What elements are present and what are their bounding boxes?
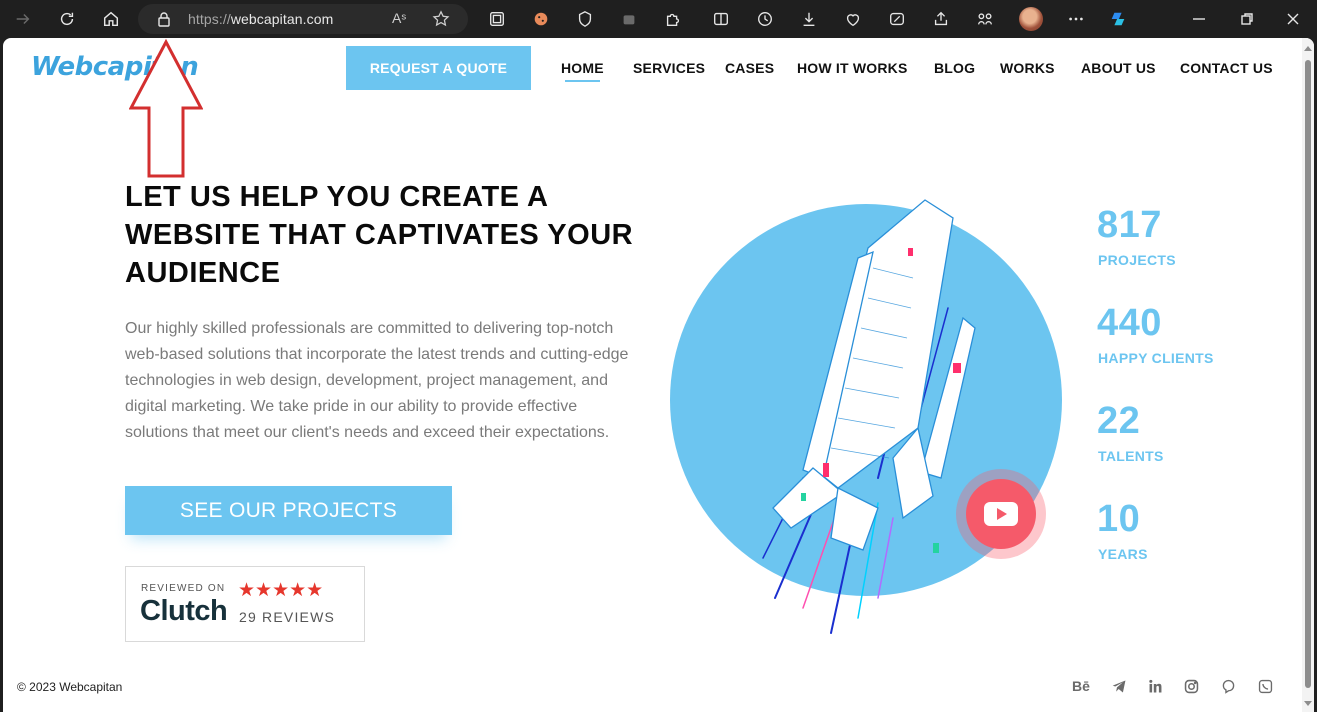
history-icon[interactable] <box>752 6 778 32</box>
clutch-review-badge[interactable]: REVIEWED ON Clutch ★★★★★ 29 REVIEWS <box>125 566 365 642</box>
annotation-arrow <box>129 38 203 178</box>
url-text[interactable]: https://webcapitan.com <box>188 11 333 27</box>
nav-works[interactable]: WORKS <box>1000 60 1055 80</box>
play-button-inner <box>966 479 1036 549</box>
nav-about-us[interactable]: ABOUT US <box>1081 60 1156 80</box>
scroll-down-arrow[interactable] <box>1304 701 1312 706</box>
restore-icon[interactable] <box>1238 10 1256 28</box>
lock-icon[interactable] <box>156 11 172 27</box>
browser-toolbar: https://webcapitan.com Aˢ <box>0 0 1317 38</box>
url-scheme: https:// <box>188 11 231 27</box>
nav-blog[interactable]: BLOG <box>934 60 975 80</box>
stat-clients-number: 440 <box>1097 302 1162 344</box>
nav-how-it-works[interactable]: HOW IT WORKS <box>797 60 908 80</box>
stat-talents-number: 22 <box>1097 400 1141 442</box>
shield-extension-icon[interactable] <box>572 6 598 32</box>
home-icon[interactable] <box>98 6 124 32</box>
more-options-icon[interactable] <box>1063 6 1089 32</box>
stat-years-label: YEARS <box>1098 546 1148 562</box>
linkedin-icon[interactable] <box>1145 676 1165 696</box>
forward-icon[interactable] <box>10 6 36 32</box>
hero-headline: LET US HELP YOU CREATE A WEBSITE THAT CA… <box>125 181 634 289</box>
favorite-star-icon[interactable] <box>432 10 450 28</box>
address-bar[interactable]: https://webcapitan.com Aˢ <box>138 4 468 34</box>
stat-clients-label: HAPPY CLIENTS <box>1098 350 1214 366</box>
request-quote-button[interactable]: REQUEST A QUOTE <box>346 46 531 90</box>
collections-icon[interactable] <box>484 6 510 32</box>
nav-contact-us[interactable]: CONTACT US <box>1180 60 1273 80</box>
downloads-icon[interactable] <box>796 6 822 32</box>
youtube-play-icon <box>984 502 1018 526</box>
telegram-icon[interactable] <box>1109 676 1129 696</box>
minimize-icon[interactable] <box>1190 10 1208 28</box>
nav-cases[interactable]: CASES <box>725 60 774 80</box>
hero-description: Our highly skilled professionals are com… <box>125 320 629 441</box>
cookie-extension-icon[interactable] <box>528 6 554 32</box>
see-projects-button[interactable]: SEE OUR PROJECTS <box>125 486 452 535</box>
reviews-count: 29 REVIEWS <box>239 609 336 625</box>
viber-icon[interactable] <box>1218 676 1238 696</box>
reviewed-on-label: REVIEWED ON <box>141 583 226 594</box>
profile-avatar[interactable] <box>1019 7 1043 31</box>
stat-projects-number: 817 <box>1097 204 1162 246</box>
rocket-illustration <box>670 199 1062 634</box>
nav-home[interactable]: HOME <box>561 60 604 82</box>
whatsapp-icon[interactable] <box>1255 676 1275 696</box>
browser-essentials-icon[interactable] <box>840 6 866 32</box>
scrollbar-thumb[interactable] <box>1305 60 1311 688</box>
refresh-icon[interactable] <box>54 6 80 32</box>
stat-talents-label: TALENTS <box>1098 448 1164 464</box>
stat-years-number: 10 <box>1097 498 1141 540</box>
play-video-button[interactable] <box>956 469 1046 559</box>
web-capture-icon[interactable] <box>884 6 910 32</box>
clutch-logo: Clutch <box>140 595 228 627</box>
copilot-icon[interactable] <box>1105 6 1131 32</box>
url-host: webcapitan.com <box>230 11 334 27</box>
instagram-icon[interactable] <box>1181 676 1201 696</box>
scroll-up-arrow[interactable] <box>1304 46 1312 51</box>
rating-stars: ★★★★★ <box>238 580 324 601</box>
nav-services[interactable]: SERVICES <box>633 60 705 80</box>
extension-icon[interactable] <box>616 6 642 32</box>
web-page: Webcapitan REQUEST A QUOTE HOME SERVICES… <box>3 38 1314 712</box>
vertical-scrollbar[interactable] <box>1302 38 1314 712</box>
behance-icon[interactable]: Bē <box>1071 676 1091 696</box>
share-icon[interactable] <box>928 6 954 32</box>
stat-projects-label: PROJECTS <box>1098 252 1176 268</box>
workspaces-icon[interactable] <box>972 6 998 32</box>
extensions-puzzle-icon[interactable] <box>660 6 686 32</box>
split-screen-icon[interactable] <box>708 6 734 32</box>
read-aloud-icon[interactable]: Aˢ <box>392 10 406 26</box>
copyright-text: © 2023 Webcapitan <box>17 680 123 694</box>
close-icon[interactable] <box>1284 10 1302 28</box>
